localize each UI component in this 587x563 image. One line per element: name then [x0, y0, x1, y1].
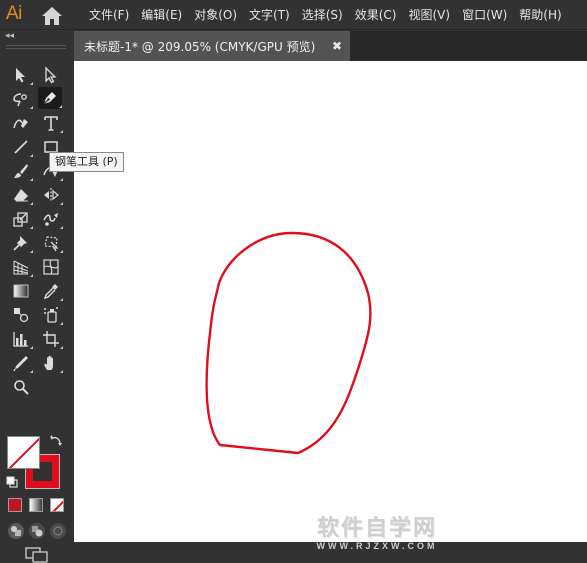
perspective-grid-tool[interactable] [9, 256, 33, 278]
type-tool[interactable] [39, 112, 63, 134]
hand-icon [44, 355, 53, 370]
eraser-tool[interactable] [9, 184, 33, 206]
line-segment-tool[interactable] [9, 136, 33, 158]
gradient-icon [13, 284, 29, 298]
document-tab[interactable]: 未标题-1* @ 209.05% (CMYK/GPU 预览) ✖ [74, 31, 350, 61]
draw-inside-icon [53, 526, 63, 536]
type-icon [44, 116, 58, 131]
warp-tool[interactable] [39, 208, 63, 230]
home-icon[interactable] [40, 6, 64, 26]
watermark: 软件自学网 WWW.RJZXW.COM [306, 516, 448, 552]
screen-mode-icon[interactable] [25, 547, 49, 563]
collapse-panel-button[interactable]: ◂◂ [5, 31, 14, 42]
menu-type[interactable]: 文字(T) [249, 0, 290, 30]
slice-knife-icon [13, 356, 28, 372]
color-mode-button[interactable] [8, 498, 22, 512]
default-fill-stroke-icon[interactable] [6, 476, 18, 488]
none-fill-slash-icon [8, 437, 39, 468]
zoom-tool[interactable] [9, 376, 33, 398]
symbol-sprayer-icon [44, 307, 58, 323]
zoom-magnifier-icon [14, 380, 29, 395]
paintbrush-icon [14, 164, 28, 178]
fill-color-swatch[interactable] [7, 436, 40, 469]
pen-tool[interactable] [38, 87, 62, 109]
pin-icon [13, 236, 27, 251]
drawn-path-layer [205, 231, 372, 455]
draw-normal-button[interactable] [8, 523, 24, 539]
menu-file[interactable]: 文件(F) [89, 0, 129, 30]
document-tab-title: 未标题-1* @ 209.05% (CMYK/GPU 预览) [84, 39, 316, 54]
gradient-tool[interactable] [9, 280, 33, 302]
draw-inside-button[interactable] [50, 523, 66, 539]
tools-panel: ◂◂ 钢笔工具 (P) [0, 31, 124, 563]
scale-icon [13, 212, 28, 227]
menu-effect[interactable]: 效果(C) [355, 0, 397, 30]
watermark-title: 软件自学网 [316, 516, 437, 541]
eyedropper-tool[interactable] [39, 280, 63, 302]
menu-view[interactable]: 视图(V) [408, 0, 450, 30]
pen-icon [43, 92, 56, 105]
swap-fill-stroke-icon[interactable] [49, 435, 62, 448]
rotate-tool[interactable] [39, 184, 63, 206]
artboard-canvas[interactable]: 软件自学网 WWW.RJZXW.COM [74, 61, 587, 551]
none-slash-icon [52, 500, 63, 511]
menu-edit[interactable]: 编辑(E) [141, 0, 182, 30]
artboard-icon [43, 331, 59, 347]
scale-tool[interactable] [9, 208, 33, 230]
menu-object[interactable]: 对象(O) [194, 0, 237, 30]
menu-bar: Ai 文件(F) 编辑(E) 对象(O) 文字(T) 选择(S) 效果(C) 视… [0, 0, 587, 30]
direct-selection-tool[interactable] [39, 64, 63, 86]
selection-tool[interactable] [9, 64, 33, 86]
artboard-tool[interactable] [39, 328, 63, 350]
curvature-tool[interactable] [9, 112, 33, 134]
menu-select[interactable]: 选择(S) [302, 0, 343, 30]
gradient-mode-button[interactable] [29, 498, 43, 512]
document-tab-bar: 未标题-1* @ 209.05% (CMYK/GPU 预览) ✖ [74, 31, 587, 61]
free-transform-icon [44, 236, 59, 252]
column-graph-icon [13, 332, 28, 347]
close-tab-icon[interactable]: ✖ [332, 38, 342, 54]
app-logo: Ai [6, 3, 22, 24]
red-closed-path[interactable] [205, 231, 372, 455]
slice-tool[interactable] [9, 352, 33, 374]
pen-tool-tooltip: 钢笔工具 (P) [49, 152, 124, 172]
reflect-icon [44, 188, 59, 202]
magic-wand-icon [13, 93, 27, 107]
perspective-grid-icon [13, 260, 29, 275]
curvature-pen-icon [13, 119, 28, 129]
menu-help[interactable]: 帮助(H) [519, 0, 561, 30]
line-segment-icon [14, 140, 28, 154]
hand-tool[interactable] [39, 352, 63, 374]
eraser-icon [14, 189, 28, 202]
symbol-sprayer-tool[interactable] [39, 304, 63, 326]
magic-wand-tool[interactable] [9, 88, 33, 110]
blend-tool[interactable] [9, 304, 33, 326]
panel-grip[interactable] [6, 45, 66, 49]
draw-behind-icon [32, 526, 43, 537]
selection-arrow-icon [16, 68, 25, 83]
paintbrush-tool[interactable] [9, 160, 33, 182]
none-mode-button[interactable] [50, 498, 64, 512]
menu-items: 文件(F) 编辑(E) 对象(O) 文字(T) 选择(S) 效果(C) 视图(V… [89, 0, 574, 30]
mesh-tool[interactable] [39, 256, 63, 278]
menu-window[interactable]: 窗口(W) [462, 0, 507, 30]
column-graph-tool[interactable] [9, 328, 33, 350]
warp-icon [43, 213, 58, 226]
draw-normal-icon [11, 526, 21, 536]
draw-behind-button[interactable] [29, 523, 45, 539]
direct-selection-arrow-icon [45, 66, 57, 84]
mesh-icon [43, 259, 59, 275]
watermark-url: WWW.RJZXW.COM [316, 541, 438, 551]
eyedropper-icon [43, 284, 58, 300]
blend-icon [14, 308, 29, 323]
free-transform-tool[interactable] [39, 232, 63, 254]
puppet-warp-tool[interactable] [9, 232, 33, 254]
